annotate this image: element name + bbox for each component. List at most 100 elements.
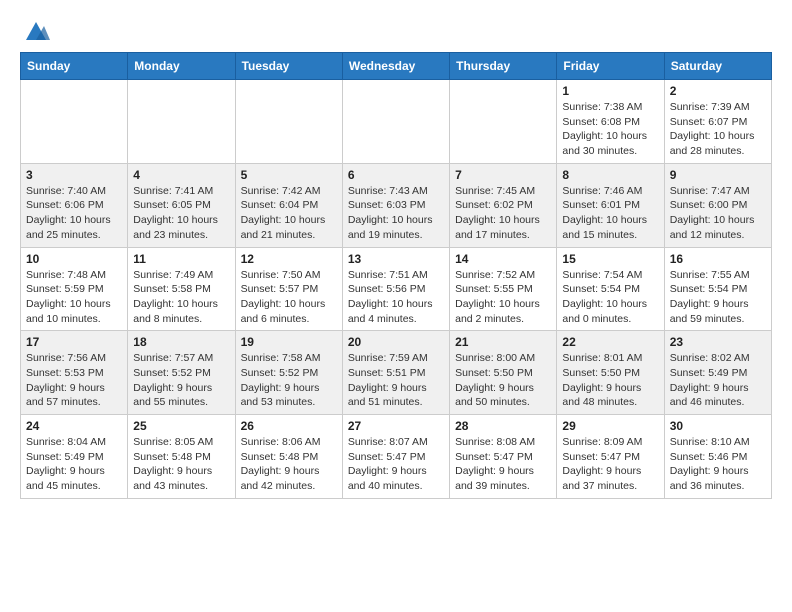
day-info: Sunrise: 7:55 AM Sunset: 5:54 PM Dayligh… — [670, 268, 766, 327]
week-row-2: 3 Sunrise: 7:40 AM Sunset: 6:06 PM Daylig… — [21, 163, 772, 247]
calendar-cell: 30Sunrise: 8:10 AM Sunset: 5:46 PM Dayli… — [664, 415, 771, 499]
day-number: 21 — [455, 335, 551, 349]
day-info: Sunrise: 7:56 AM Sunset: 5:53 PM Dayligh… — [26, 351, 122, 410]
day-info: Sunrise: 7:52 AM Sunset: 5:55 PM Dayligh… — [455, 268, 551, 327]
day-info: Sunrise: 7:59 AM Sunset: 5:51 PM Dayligh… — [348, 351, 444, 410]
weekday-header-thursday: Thursday — [450, 53, 557, 80]
logo — [20, 16, 50, 44]
day-number: 13 — [348, 252, 444, 266]
page-wrapper: SundayMondayTuesdayWednesdayThursdayFrid… — [20, 16, 772, 499]
day-info: Sunrise: 7:54 AM Sunset: 5:54 PM Dayligh… — [562, 268, 658, 327]
weekday-header-sunday: Sunday — [21, 53, 128, 80]
calendar-cell: 19 Sunrise: 7:58 AM Sunset: 5:52 PM Dayli… — [235, 331, 342, 415]
calendar-cell — [21, 80, 128, 164]
day-number: 23 — [670, 335, 766, 349]
day-info: Sunrise: 7:43 AM Sunset: 6:03 PM Dayligh… — [348, 184, 444, 243]
day-number: 27 — [348, 419, 444, 433]
day-number: 6 — [348, 168, 444, 182]
day-number: 26 — [241, 419, 337, 433]
weekday-header-tuesday: Tuesday — [235, 53, 342, 80]
day-info: Sunrise: 7:49 AM Sunset: 5:58 PM Dayligh… — [133, 268, 229, 327]
calendar-cell: 5 Sunrise: 7:42 AM Sunset: 6:04 PM Daylig… — [235, 163, 342, 247]
day-number: 22 — [562, 335, 658, 349]
day-number: 1 — [562, 84, 658, 98]
week-row-5: 24Sunrise: 8:04 AM Sunset: 5:49 PM Dayli… — [21, 415, 772, 499]
calendar-cell: 11 Sunrise: 7:49 AM Sunset: 5:58 PM Dayli… — [128, 247, 235, 331]
calendar-cell: 21Sunrise: 8:00 AM Sunset: 5:50 PM Dayli… — [450, 331, 557, 415]
day-info: Sunrise: 7:45 AM Sunset: 6:02 PM Dayligh… — [455, 184, 551, 243]
day-number: 25 — [133, 419, 229, 433]
page-header — [20, 16, 772, 44]
calendar-cell: 13 Sunrise: 7:51 AM Sunset: 5:56 PM Dayli… — [342, 247, 449, 331]
calendar-cell: 9 Sunrise: 7:47 AM Sunset: 6:00 PM Daylig… — [664, 163, 771, 247]
day-number: 8 — [562, 168, 658, 182]
day-info: Sunrise: 7:42 AM Sunset: 6:04 PM Dayligh… — [241, 184, 337, 243]
calendar-cell: 25 Sunrise: 8:05 AM Sunset: 5:48 PM Dayli… — [128, 415, 235, 499]
day-number: 7 — [455, 168, 551, 182]
weekday-header-friday: Friday — [557, 53, 664, 80]
calendar-cell — [450, 80, 557, 164]
weekday-header-monday: Monday — [128, 53, 235, 80]
day-info: Sunrise: 7:58 AM Sunset: 5:52 PM Dayligh… — [241, 351, 337, 410]
week-row-1: 1 Sunrise: 7:38 AM Sunset: 6:08 PM Daylig… — [21, 80, 772, 164]
calendar-table: SundayMondayTuesdayWednesdayThursdayFrid… — [20, 52, 772, 499]
calendar-cell: 4 Sunrise: 7:41 AM Sunset: 6:05 PM Daylig… — [128, 163, 235, 247]
day-info: Sunrise: 8:07 AM Sunset: 5:47 PM Dayligh… — [348, 435, 444, 494]
weekday-header-wednesday: Wednesday — [342, 53, 449, 80]
calendar-cell: 7 Sunrise: 7:45 AM Sunset: 6:02 PM Daylig… — [450, 163, 557, 247]
day-info: Sunrise: 7:48 AM Sunset: 5:59 PM Dayligh… — [26, 268, 122, 327]
day-info: Sunrise: 7:46 AM Sunset: 6:01 PM Dayligh… — [562, 184, 658, 243]
day-number: 2 — [670, 84, 766, 98]
calendar-cell: 27 Sunrise: 8:07 AM Sunset: 5:47 PM Dayli… — [342, 415, 449, 499]
day-number: 9 — [670, 168, 766, 182]
calendar-cell: 26 Sunrise: 8:06 AM Sunset: 5:48 PM Dayli… — [235, 415, 342, 499]
day-number: 24 — [26, 419, 122, 433]
calendar-cell: 2 Sunrise: 7:39 AM Sunset: 6:07 PM Daylig… — [664, 80, 771, 164]
day-info: Sunrise: 7:51 AM Sunset: 5:56 PM Dayligh… — [348, 268, 444, 327]
calendar-cell: 8 Sunrise: 7:46 AM Sunset: 6:01 PM Daylig… — [557, 163, 664, 247]
day-info: Sunrise: 7:41 AM Sunset: 6:05 PM Dayligh… — [133, 184, 229, 243]
day-number: 30 — [670, 419, 766, 433]
day-number: 10 — [26, 252, 122, 266]
day-number: 15 — [562, 252, 658, 266]
calendar-cell: 16 Sunrise: 7:55 AM Sunset: 5:54 PM Dayli… — [664, 247, 771, 331]
calendar-cell — [128, 80, 235, 164]
calendar-cell: 6 Sunrise: 7:43 AM Sunset: 6:03 PM Daylig… — [342, 163, 449, 247]
day-number: 19 — [241, 335, 337, 349]
day-number: 11 — [133, 252, 229, 266]
calendar-cell: 12 Sunrise: 7:50 AM Sunset: 5:57 PM Dayli… — [235, 247, 342, 331]
calendar-cell: 1 Sunrise: 7:38 AM Sunset: 6:08 PM Daylig… — [557, 80, 664, 164]
day-info: Sunrise: 7:40 AM Sunset: 6:06 PM Dayligh… — [26, 184, 122, 243]
calendar-cell: 10 Sunrise: 7:48 AM Sunset: 5:59 PM Dayli… — [21, 247, 128, 331]
day-info: Sunrise: 7:39 AM Sunset: 6:07 PM Dayligh… — [670, 100, 766, 159]
day-info: Sunrise: 8:05 AM Sunset: 5:48 PM Dayligh… — [133, 435, 229, 494]
week-row-3: 10 Sunrise: 7:48 AM Sunset: 5:59 PM Dayli… — [21, 247, 772, 331]
weekday-header-row: SundayMondayTuesdayWednesdayThursdayFrid… — [21, 53, 772, 80]
day-number: 12 — [241, 252, 337, 266]
day-number: 17 — [26, 335, 122, 349]
day-number: 29 — [562, 419, 658, 433]
calendar-cell: 18 Sunrise: 7:57 AM Sunset: 5:52 PM Dayli… — [128, 331, 235, 415]
weekday-header-saturday: Saturday — [664, 53, 771, 80]
day-number: 3 — [26, 168, 122, 182]
calendar-cell — [235, 80, 342, 164]
day-number: 16 — [670, 252, 766, 266]
day-info: Sunrise: 8:08 AM Sunset: 5:47 PM Dayligh… — [455, 435, 551, 494]
calendar-cell: 22 Sunrise: 8:01 AM Sunset: 5:50 PM Dayli… — [557, 331, 664, 415]
calendar-cell: 3 Sunrise: 7:40 AM Sunset: 6:06 PM Daylig… — [21, 163, 128, 247]
logo-icon — [22, 16, 50, 44]
day-number: 5 — [241, 168, 337, 182]
day-info: Sunrise: 7:50 AM Sunset: 5:57 PM Dayligh… — [241, 268, 337, 327]
calendar-cell: 14Sunrise: 7:52 AM Sunset: 5:55 PM Dayli… — [450, 247, 557, 331]
day-number: 18 — [133, 335, 229, 349]
calendar-cell: 17 Sunrise: 7:56 AM Sunset: 5:53 PM Dayli… — [21, 331, 128, 415]
day-info: Sunrise: 7:57 AM Sunset: 5:52 PM Dayligh… — [133, 351, 229, 410]
calendar-cell: 28Sunrise: 8:08 AM Sunset: 5:47 PM Dayli… — [450, 415, 557, 499]
day-info: Sunrise: 8:02 AM Sunset: 5:49 PM Dayligh… — [670, 351, 766, 410]
day-number: 4 — [133, 168, 229, 182]
day-info: Sunrise: 7:38 AM Sunset: 6:08 PM Dayligh… — [562, 100, 658, 159]
day-info: Sunrise: 8:06 AM Sunset: 5:48 PM Dayligh… — [241, 435, 337, 494]
day-info: Sunrise: 8:01 AM Sunset: 5:50 PM Dayligh… — [562, 351, 658, 410]
day-info: Sunrise: 7:47 AM Sunset: 6:00 PM Dayligh… — [670, 184, 766, 243]
calendar-cell — [342, 80, 449, 164]
